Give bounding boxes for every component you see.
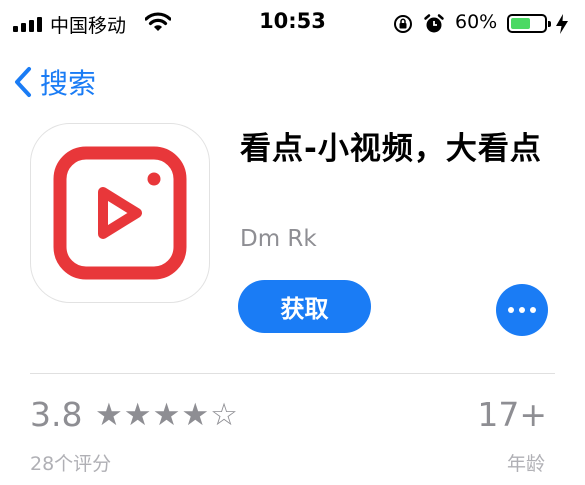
divider xyxy=(30,373,555,374)
status-bar: 中国移动 10:53 60% xyxy=(0,0,585,50)
app-icon xyxy=(30,123,210,303)
orientation-lock-icon xyxy=(394,15,412,33)
developer-name[interactable]: Dm Rk xyxy=(240,226,317,252)
clock: 10:53 xyxy=(259,9,326,33)
rating-average: 3.8 xyxy=(30,395,83,434)
alarm-icon xyxy=(424,14,444,33)
more-button[interactable] xyxy=(496,284,548,336)
battery-icon xyxy=(507,14,551,33)
charging-bolt-icon xyxy=(556,14,568,34)
back-button[interactable]: 搜索 xyxy=(14,62,96,102)
rating-count: 28个评分 xyxy=(30,453,112,475)
get-button[interactable]: 获取 xyxy=(238,280,371,333)
rating-stars: ★★★★☆ xyxy=(95,397,239,433)
back-label: 搜索 xyxy=(40,67,97,100)
app-title: 看点-小视频，大看点 xyxy=(240,131,542,167)
age-rating: 17+ xyxy=(477,395,547,434)
chevron-left-icon xyxy=(15,67,31,97)
ellipsis-icon xyxy=(508,307,514,313)
age-label: 年龄 xyxy=(506,453,545,475)
play-app-icon xyxy=(53,146,187,280)
battery-percent: 60% xyxy=(455,11,498,33)
